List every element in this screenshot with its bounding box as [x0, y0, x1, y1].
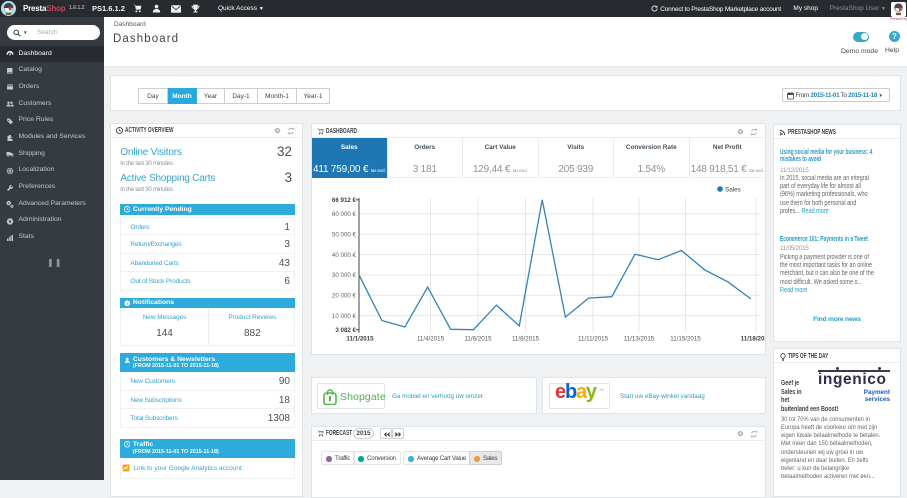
svg-text:11/18/2015: 11/18/2015 — [741, 336, 765, 343]
svg-text:11/11/2015: 11/11/2015 — [578, 336, 609, 343]
svg-text:11/1/2015: 11/1/2015 — [346, 336, 374, 343]
svg-text:11/4/2015: 11/4/2015 — [417, 336, 445, 343]
svg-text:30 000 €: 30 000 € — [332, 272, 357, 279]
svg-text:11/8/2015: 11/8/2015 — [512, 336, 540, 343]
svg-text:11/15/2015: 11/15/2015 — [670, 336, 701, 343]
svg-text:10 000 €: 10 000 € — [332, 313, 357, 320]
svg-text:11/13/2015: 11/13/2015 — [624, 336, 655, 343]
svg-text:Sales: Sales — [725, 187, 741, 194]
svg-text:60 000 €: 60 000 € — [332, 211, 357, 218]
svg-text:20 000 €: 20 000 € — [332, 293, 357, 300]
svg-text:40 000 €: 40 000 € — [332, 252, 357, 259]
svg-text:3 082 €: 3 082 € — [335, 327, 356, 334]
svg-text:50 000 €: 50 000 € — [332, 231, 357, 238]
svg-text:11/6/2015: 11/6/2015 — [464, 336, 492, 343]
svg-text:66 912 €: 66 912 € — [332, 197, 357, 204]
